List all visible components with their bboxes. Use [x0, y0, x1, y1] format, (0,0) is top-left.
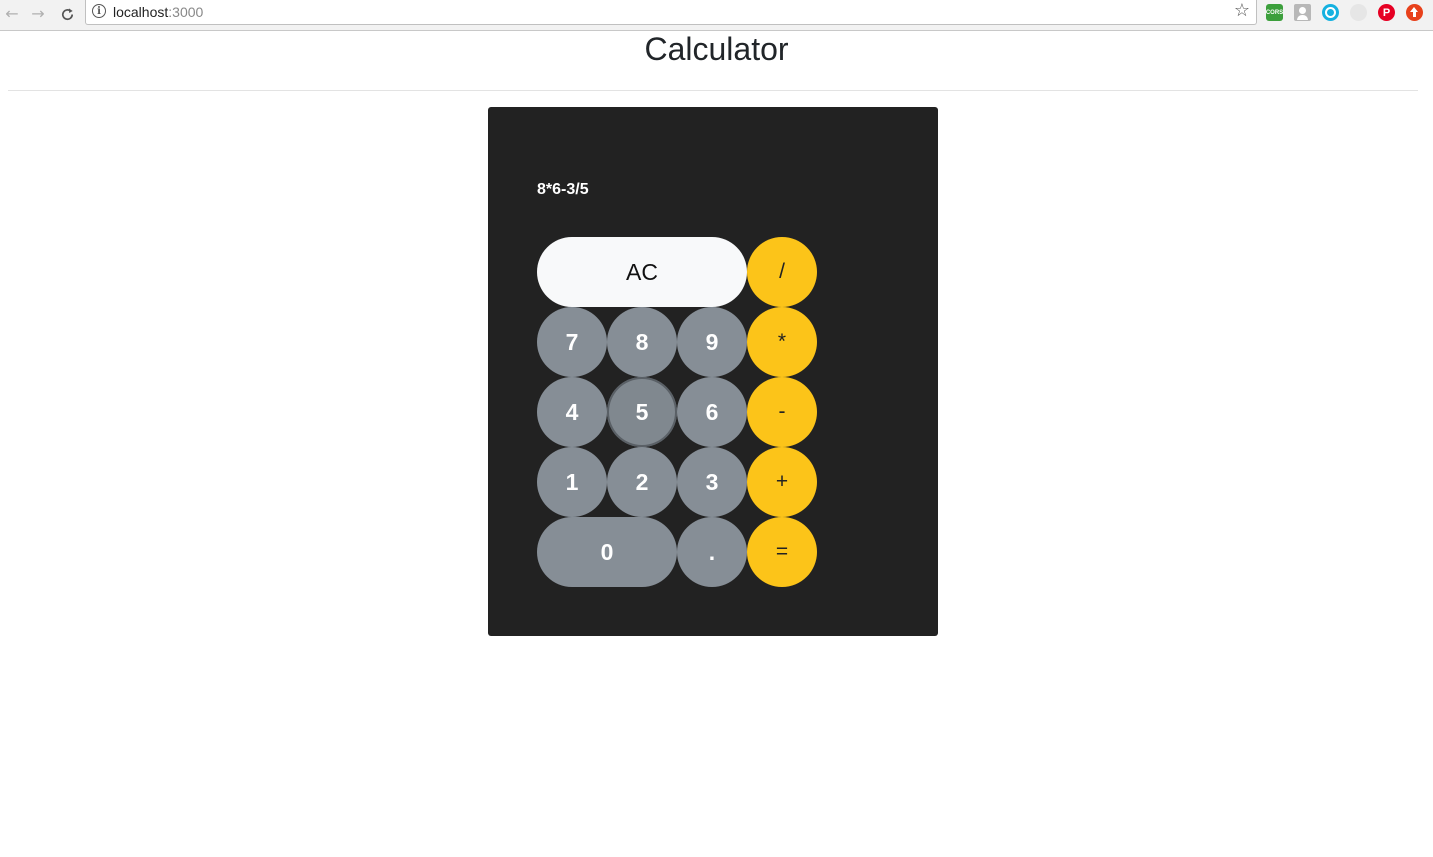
upload-extension-icon[interactable] [1406, 4, 1423, 21]
subtract-button[interactable]: - [747, 377, 817, 447]
calculator-display: 8*6-3/5 [537, 181, 589, 198]
address-bar[interactable]: i localhost:3000 ☆ [85, 0, 1257, 25]
url-text: localhost:3000 [113, 4, 203, 20]
header-divider [8, 90, 1418, 91]
reload-icon[interactable] [56, 3, 78, 25]
pinterest-extension-icon[interactable]: P [1378, 4, 1395, 21]
faded-extension-icon[interactable] [1350, 4, 1367, 21]
clear-button[interactable]: AC [537, 237, 747, 307]
add-button[interactable]: + [747, 447, 817, 517]
url-port: :3000 [168, 4, 204, 20]
digit-2-button[interactable]: 2 [607, 447, 677, 517]
digit-1-button[interactable]: 1 [537, 447, 607, 517]
arrow-left-icon[interactable]: ← [1, 3, 23, 25]
digit-8-button[interactable]: 8 [607, 307, 677, 377]
equals-button[interactable]: = [747, 517, 817, 587]
info-icon[interactable]: i [92, 4, 106, 18]
digit-3-button[interactable]: 3 [677, 447, 747, 517]
digit-4-button[interactable]: 4 [537, 377, 607, 447]
browser-toolbar: ← → i localhost:3000 ☆ CORS P [0, 0, 1433, 31]
digit-6-button[interactable]: 6 [677, 377, 747, 447]
digit-7-button[interactable]: 7 [537, 307, 607, 377]
page-title: Calculator [644, 31, 789, 67]
digit-9-button[interactable]: 9 [677, 307, 747, 377]
arrow-right-icon[interactable]: → [27, 3, 49, 25]
digit-5-button[interactable]: 5 [607, 377, 677, 447]
grammarly-extension-icon[interactable] [1322, 4, 1339, 21]
url-host: localhost [113, 4, 169, 20]
decimal-button[interactable]: . [677, 517, 747, 587]
digit-0-button[interactable]: 0 [537, 517, 677, 587]
cors-extension-icon[interactable]: CORS [1266, 4, 1283, 21]
divide-button[interactable]: / [747, 237, 817, 307]
calculator: 8*6-3/5 AC / 7 8 9 * 4 5 6 - 1 2 3 + 0 .… [488, 107, 938, 636]
multiply-button[interactable]: * [747, 307, 817, 377]
star-icon[interactable]: ☆ [1234, 2, 1250, 20]
user-extension-icon[interactable] [1294, 4, 1311, 21]
